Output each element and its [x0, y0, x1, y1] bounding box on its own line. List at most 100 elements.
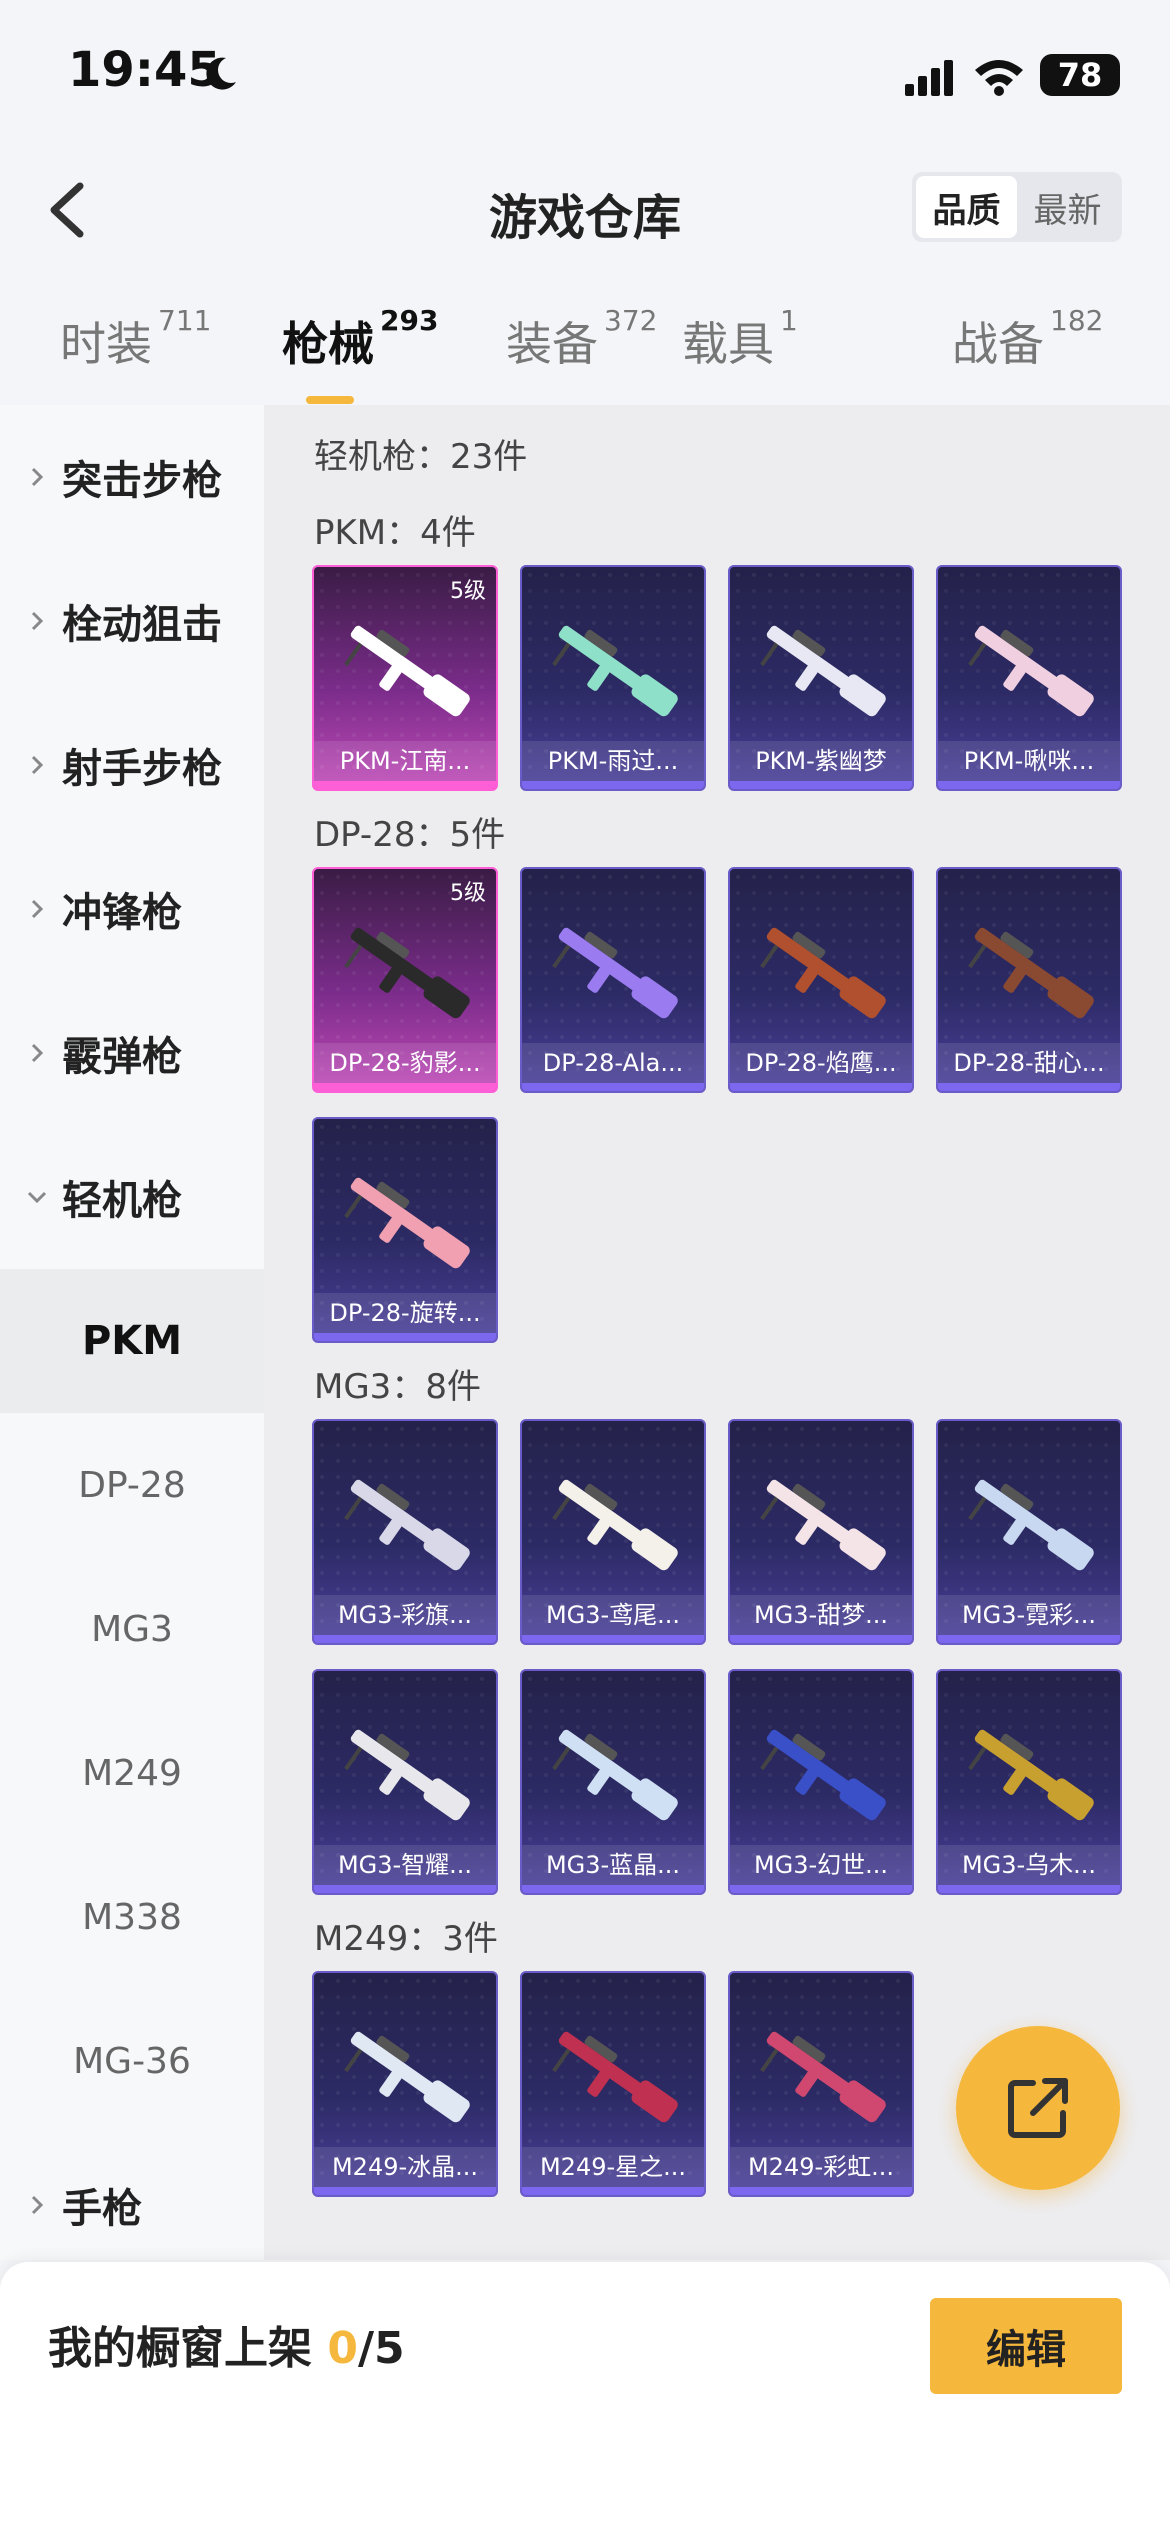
weapon-card[interactable]: MG3-智耀...: [312, 1669, 498, 1895]
weapon-name: MG3-霓彩...: [938, 1595, 1120, 1635]
weapon-card[interactable]: 5级 PKM-江南...: [312, 565, 498, 791]
sidebar-sub-pkm[interactable]: PKM: [0, 1269, 264, 1413]
rarity-bar: [522, 1885, 704, 1893]
status-bar: 19:45 78: [0, 0, 1170, 150]
weapon-card[interactable]: M249-彩虹...: [728, 1971, 914, 2197]
sidebar-item-assault-rifle[interactable]: 突击步枪: [0, 405, 264, 549]
sidebar-item-shotgun[interactable]: 霰弹枪: [0, 981, 264, 1125]
sidebar-item-smg[interactable]: 冲锋枪: [0, 837, 264, 981]
chevron-right-icon: [31, 2195, 44, 2215]
showcase-status: 我的橱窗上架 0/5: [48, 2323, 405, 2374]
weapon-image: [968, 1479, 1094, 1571]
weapon-image: [344, 1479, 470, 1571]
rarity-bar: [314, 2187, 496, 2195]
sidebar-sub-m249[interactable]: M249: [0, 1701, 264, 1845]
moon-icon: [206, 57, 236, 90]
weapon-card[interactable]: DP-28-旋转...: [312, 1117, 498, 1343]
weapon-image: [344, 2031, 470, 2123]
sidebar-item-marksman-rifle[interactable]: 射手步枪: [0, 693, 264, 837]
tab-readiness[interactable]: 战备 182: [952, 304, 1103, 374]
chevron-right-icon: [31, 755, 44, 775]
signal-icon: [905, 60, 953, 96]
weapon-card[interactable]: DP-28-甜心...: [936, 867, 1122, 1093]
weapon-card[interactable]: MG3-彩旗...: [312, 1419, 498, 1645]
tab-guns[interactable]: 枪械 293: [282, 304, 438, 404]
weapon-name: MG3-甜梦...: [730, 1595, 912, 1635]
weapon-name: MG3-智耀...: [314, 1845, 496, 1885]
rarity-bar: [938, 781, 1120, 789]
weapon-card[interactable]: DP-28-Ala...: [520, 867, 706, 1093]
chevron-right-icon: [31, 611, 44, 631]
sort-latest-button[interactable]: 最新: [1017, 176, 1118, 238]
rarity-bar: [938, 1885, 1120, 1893]
rarity-bar: [522, 1635, 704, 1643]
weapon-name: MG3-蓝晶...: [522, 1845, 704, 1885]
weapon-card[interactable]: 5级 DP-28-豹影...: [312, 867, 498, 1093]
weapon-card[interactable]: M249-冰晶...: [312, 1971, 498, 2197]
sidebar-item-lmg[interactable]: 轻机枪: [0, 1125, 264, 1269]
rarity-bar: [730, 2187, 912, 2195]
weapon-name: M249-彩虹...: [730, 2147, 912, 2187]
inventory-content[interactable]: 轻机枪：23件 PKM：4件 5级 PKM-江南... PKM-雨过... PKM-紫幽…: [264, 405, 1170, 2260]
weapon-card[interactable]: MG3-乌木...: [936, 1669, 1122, 1895]
weapon-card[interactable]: MG3-甜梦...: [728, 1419, 914, 1645]
weapon-card[interactable]: PKM-紫幽梦: [728, 565, 914, 791]
sidebar-sub-m338[interactable]: M338: [0, 1845, 264, 1989]
weapon-image: [968, 1729, 1094, 1821]
weapon-card[interactable]: PKM-啾咪...: [936, 565, 1122, 791]
chevron-right-icon: [31, 899, 44, 919]
weapon-image: [552, 1479, 678, 1571]
weapon-name: MG3-乌木...: [938, 1845, 1120, 1885]
weapon-image: [552, 2031, 678, 2123]
tab-equipment[interactable]: 装备 372: [506, 304, 657, 374]
weapon-card[interactable]: PKM-雨过...: [520, 565, 706, 791]
weapon-card[interactable]: MG3-鸢尾...: [520, 1419, 706, 1645]
sidebar-sub-mg3[interactable]: MG3: [0, 1557, 264, 1701]
weapon-name: PKM-紫幽梦: [730, 741, 912, 781]
rarity-bar: [522, 781, 704, 789]
weapon-name: PKM-江南...: [314, 741, 496, 781]
sidebar-item-bolt-sniper[interactable]: 栓动狙击: [0, 549, 264, 693]
weapon-card[interactable]: DP-28-焰鹰...: [728, 867, 914, 1093]
weapon-card[interactable]: MG3-霓彩...: [936, 1419, 1122, 1645]
weapon-name: M249-冰晶...: [314, 2147, 496, 2187]
chevron-right-icon: [31, 467, 44, 487]
rarity-bar: [314, 781, 496, 789]
weapon-card[interactable]: MG3-幻世...: [728, 1669, 914, 1895]
showcase-bar: 我的橱窗上架 0/5 编辑: [0, 2262, 1170, 2532]
rarity-bar: [730, 1885, 912, 1893]
weapon-image: [968, 625, 1094, 717]
weapon-image: [344, 1177, 470, 1269]
tab-underline: [306, 396, 354, 404]
weapon-image: [552, 1729, 678, 1821]
weapon-name: M249-星之...: [522, 2147, 704, 2187]
sort-quality-button[interactable]: 品质: [916, 176, 1017, 238]
share-button[interactable]: [956, 2026, 1120, 2190]
sidebar-sub-mg36[interactable]: MG-36: [0, 1989, 264, 2133]
rarity-bar: [730, 1635, 912, 1643]
sidebar-sub-dp28[interactable]: DP-28: [0, 1413, 264, 1557]
sidebar-item-pistol[interactable]: 手枪: [0, 2133, 264, 2277]
tab-fashion[interactable]: 时装 711: [60, 304, 211, 374]
sidebar: 突击步枪 栓动狙击 射手步枪 冲锋枪 霰弹枪 轻机枪 PKM DP-28 MG3…: [0, 405, 264, 2260]
chevron-down-icon: [27, 1191, 47, 1204]
rarity-bar: [730, 781, 912, 789]
weapon-name: MG3-鸢尾...: [522, 1595, 704, 1635]
edit-button[interactable]: 编辑: [930, 2298, 1122, 2394]
chevron-right-icon: [31, 1043, 44, 1063]
weapon-card[interactable]: MG3-蓝晶...: [520, 1669, 706, 1895]
header: 游戏仓库 品质 最新: [0, 150, 1170, 270]
weapon-image: [344, 927, 470, 1019]
section-title: MG3：8件: [314, 1367, 481, 1407]
weapon-image: [552, 625, 678, 717]
weapon-name: DP-28-豹影...: [314, 1043, 496, 1083]
weapon-name: MG3-幻世...: [730, 1845, 912, 1885]
rarity-bar: [522, 2187, 704, 2195]
rarity-bar: [522, 1083, 704, 1091]
weapon-image: [760, 1479, 886, 1571]
weapon-card[interactable]: M249-星之...: [520, 1971, 706, 2197]
weapon-image: [344, 625, 470, 717]
weapon-name: DP-28-焰鹰...: [730, 1043, 912, 1083]
tab-vehicles[interactable]: 载具 1: [682, 304, 798, 374]
weapon-image: [344, 1729, 470, 1821]
